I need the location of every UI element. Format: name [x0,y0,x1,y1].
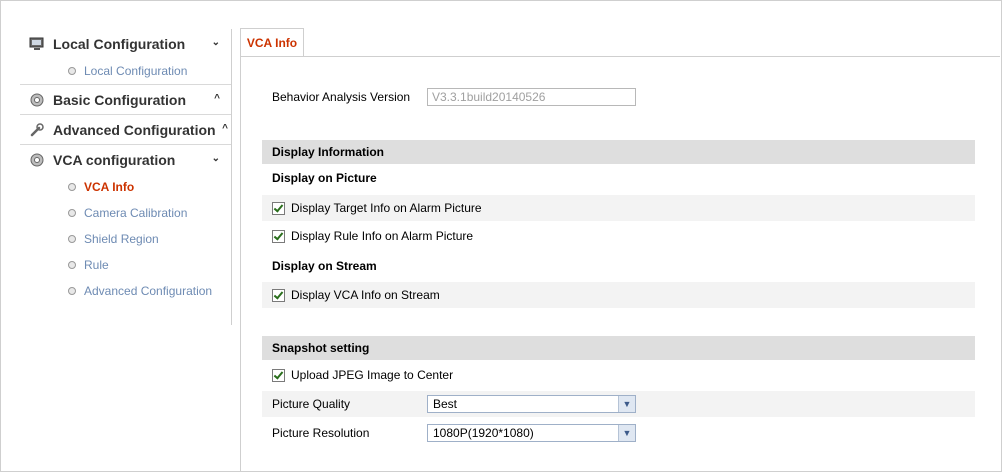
menu-item-label: Local Configuration [84,64,188,78]
wrench-icon [28,121,46,139]
vca-info-stream-label: Display VCA Info on Stream [291,288,440,302]
menu-item-label: Advanced Configuration [84,284,213,298]
sidebar-divider [231,29,232,325]
menu-item-local-configuration[interactable]: Local Configuration [20,58,232,84]
section-title: Display Information [272,145,385,159]
section-snapshot-setting: Snapshot setting [262,336,975,360]
menu-item-advanced-configuration[interactable]: Advanced Configuration [20,278,232,304]
menu-advanced-configuration[interactable]: Advanced Configuration ^ [20,115,232,144]
computer-icon [28,35,46,53]
bullet-icon [68,261,76,269]
menu-item-label: Rule [84,258,109,272]
gear-icon [28,91,46,109]
menu-vca-configuration[interactable]: VCA configuration ⌄ [20,145,232,174]
chevron-up-icon: ^ [222,123,228,134]
gear-icon [28,151,46,169]
menu-item-vca-info[interactable]: VCA Info [20,174,232,200]
menu-item-camera-calibration[interactable]: Camera Calibration [20,200,232,226]
chevron-down-icon: ⌄ [211,153,220,164]
menu-item-shield-region[interactable]: Shield Region [20,226,232,252]
row-vca-info-stream: Display VCA Info on Stream [262,282,975,308]
picture-quality-label: Picture Quality [272,397,351,411]
menu-item-label: Camera Calibration [84,206,188,220]
menu-item-rule[interactable]: Rule [20,252,232,278]
picture-resolution-label: Picture Resolution [272,426,370,440]
target-info-checkbox[interactable] [272,201,285,215]
picture-quality-select[interactable]: Best ▼ [427,395,636,413]
version-field: V3.3.1build20140526 [427,88,636,106]
display-on-picture-heading: Display on Picture [272,171,377,185]
picture-quality-value: Best [433,397,458,411]
target-info-label: Display Target Info on Alarm Picture [291,201,482,215]
menu-local-configuration[interactable]: Local Configuration ⌄ [20,29,232,58]
dropdown-arrow-icon[interactable]: ▼ [618,396,635,412]
row-upload-jpeg: Upload JPEG Image to Center [262,362,975,388]
picture-resolution-select[interactable]: 1080P(1920*1080) ▼ [427,424,636,442]
menu-item-label: Shield Region [84,232,159,246]
tab-underline [240,56,1000,57]
rule-info-label: Display Rule Info on Alarm Picture [291,229,474,243]
bullet-icon [68,67,76,75]
picture-resolution-value: 1080P(1920*1080) [433,426,534,440]
upload-jpeg-checkbox[interactable] [272,368,285,382]
row-rule-info: Display Rule Info on Alarm Picture [262,223,975,249]
dropdown-arrow-icon[interactable]: ▼ [618,425,635,441]
bullet-icon [68,287,76,295]
menu-local-configuration-label: Local Configuration [53,35,186,52]
section-title: Snapshot setting [272,341,370,355]
sidebar: Local Configuration ⌄ Local Configuratio… [20,29,232,304]
bullet-icon [68,183,76,191]
menu-advanced-configuration-label: Advanced Configuration [53,121,216,138]
menu-basic-configuration[interactable]: Basic Configuration ^ [20,85,232,114]
menu-vca-configuration-label: VCA configuration [53,151,176,168]
tab-vca-info[interactable]: VCA Info [240,28,304,57]
upload-jpeg-label: Upload JPEG Image to Center [291,368,454,382]
content-divider [240,56,241,472]
vca-info-stream-checkbox[interactable] [272,288,285,302]
rule-info-checkbox[interactable] [272,229,285,243]
section-display-information: Display Information [262,140,975,164]
display-on-stream-heading: Display on Stream [272,259,377,273]
row-target-info: Display Target Info on Alarm Picture [262,195,975,221]
chevron-up-icon: ^ [214,93,220,104]
bullet-icon [68,209,76,217]
bullet-icon [68,235,76,243]
menu-basic-configuration-label: Basic Configuration [53,91,187,108]
chevron-down-icon: ⌄ [211,37,220,48]
version-label: Behavior Analysis Version [272,90,411,104]
menu-item-label: VCA Info [84,180,135,194]
